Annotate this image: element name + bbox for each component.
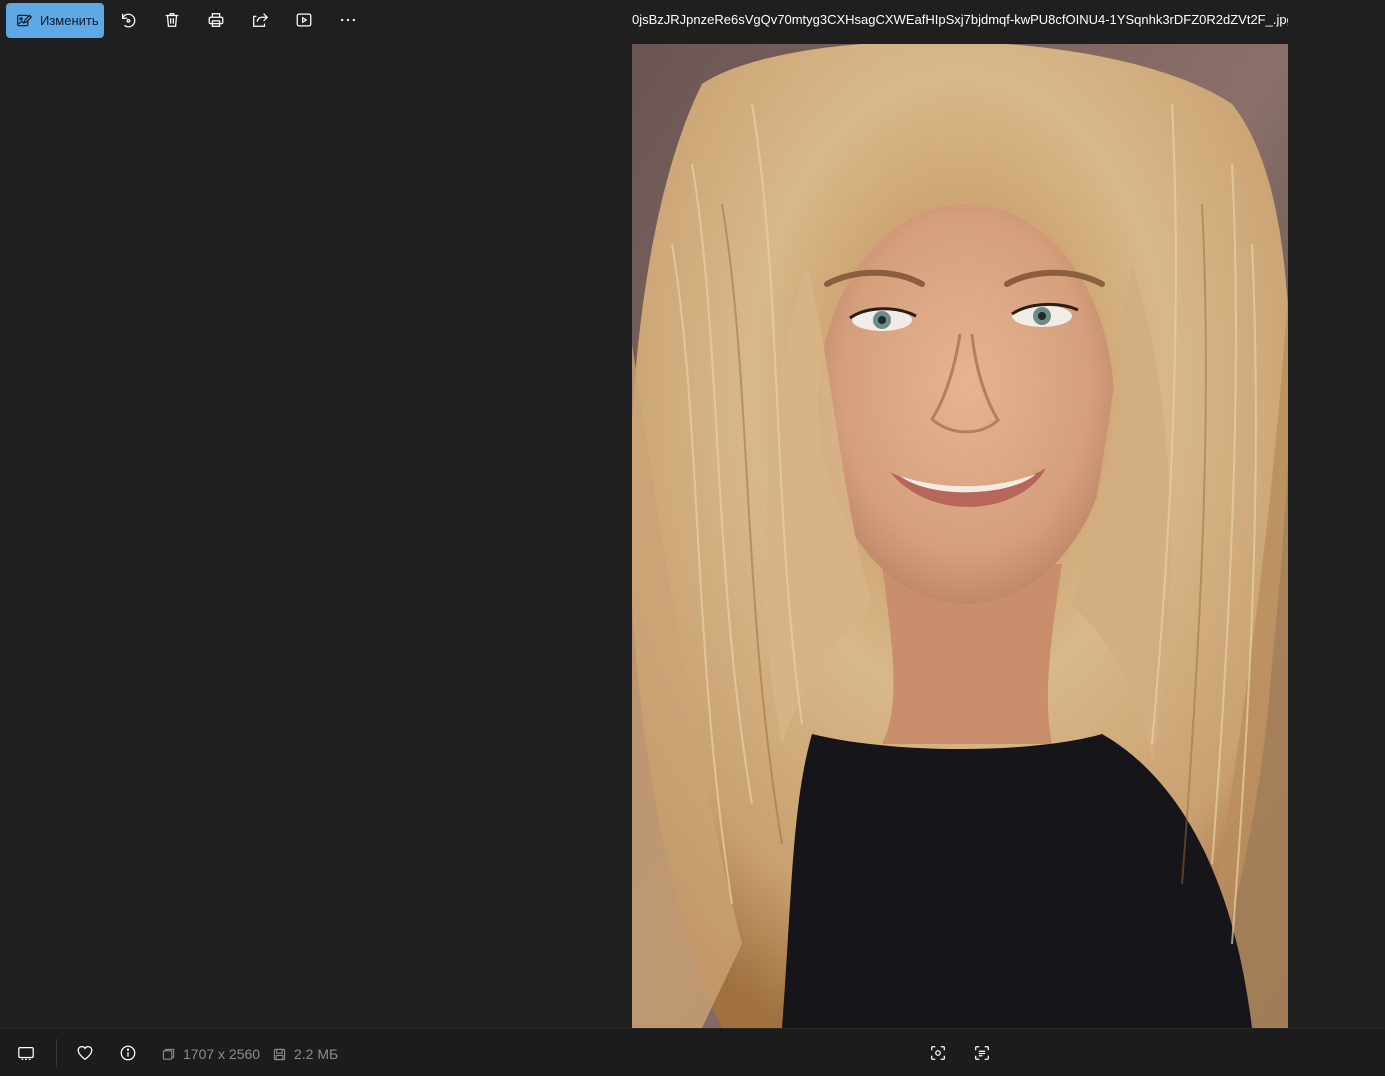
delete-icon [165,13,179,27]
photo-viewer-image[interactable] [632,44,1288,1028]
more-icon [340,18,356,22]
print-icon [208,13,224,27]
favorite-button[interactable] [74,1043,96,1063]
scan-text-icon [975,1046,989,1060]
info-icon [120,1045,136,1061]
share-icon [253,13,269,27]
slideshow-icon [296,13,312,27]
delete-button[interactable] [161,9,183,31]
bottom-divider [56,1039,57,1067]
print-button[interactable] [205,9,227,31]
file-size: 2.2 МБ [273,1046,338,1062]
info-button[interactable] [117,1043,139,1063]
rotate-icon [121,13,136,28]
image-dimensions: 1707 x 2560 [162,1046,260,1062]
edit-button[interactable]: Изменить [6,3,104,38]
disk-icon [273,1048,286,1060]
fit-to-window-button[interactable] [927,1043,949,1063]
text-recognition-button[interactable] [971,1043,993,1063]
edit-image-icon [17,14,33,27]
heart-icon [77,1046,93,1061]
top-toolbar: Изменить 0jsBzJRJpnzeRe6sVgQv70mtyg3CXHs… [0,0,1385,40]
share-button[interactable] [249,9,271,31]
dimensions-text: 1707 x 2560 [183,1046,261,1062]
filmstrip-icon [18,1046,34,1060]
focus-frame-icon [931,1046,945,1060]
file-size-text: 2.2 МБ [294,1046,339,1062]
image-size-icon [162,1048,175,1060]
filmstrip-button[interactable] [15,1043,37,1063]
more-options-button[interactable] [337,9,359,31]
portrait-photo [632,44,1288,1028]
bottom-bar: 1707 x 2560 2.2 МБ [0,1028,1385,1076]
slideshow-button[interactable] [293,9,315,31]
file-name-title: 0jsBzJRJpnzeRe6sVgQv70mtyg3CXHsagCXWEafH… [632,12,1288,27]
rotate-button[interactable] [117,9,139,31]
edit-button-label: Изменить [40,13,99,28]
